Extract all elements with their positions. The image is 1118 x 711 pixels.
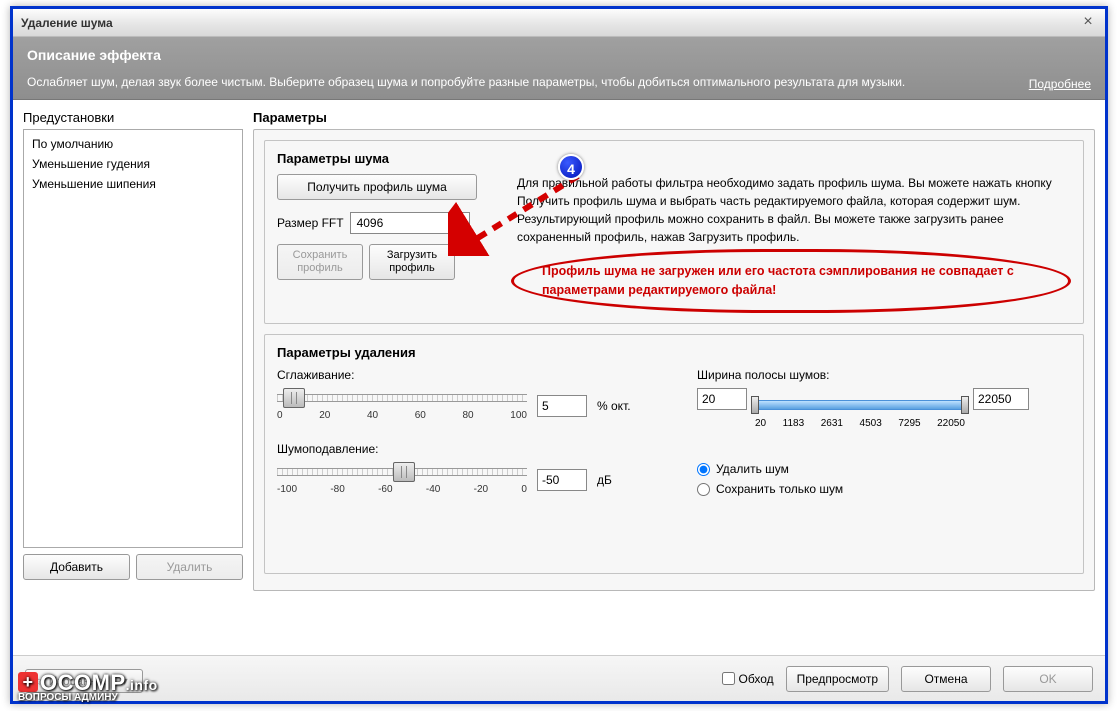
smoothing-input[interactable]	[537, 395, 587, 417]
range-handle-right[interactable]	[961, 396, 969, 414]
parameters-label: Параметры	[253, 110, 1095, 125]
slider-thumb[interactable]	[283, 388, 305, 408]
smoothing-unit: % окт.	[597, 399, 631, 413]
more-link[interactable]: Подробнее	[1029, 77, 1091, 91]
slider-thumb[interactable]	[393, 462, 415, 482]
presets-label: Предустановки	[23, 110, 243, 125]
fft-size-dropdown[interactable]: 4096	[350, 212, 470, 234]
band-high-input[interactable]	[973, 388, 1029, 410]
titlebar[interactable]: Удаление шума ×	[13, 9, 1105, 37]
noise-params-group: Параметры шума Получить профиль шума Раз…	[264, 140, 1084, 324]
parameters-box: Параметры шума Получить профиль шума Раз…	[253, 129, 1095, 591]
bypass-checkbox[interactable]	[722, 672, 735, 685]
save-profile-button: Сохранить профиль	[277, 244, 363, 280]
preset-item[interactable]: По умолчанию	[30, 134, 236, 154]
smoothing-slider[interactable]: 0 20 40 60 80 100	[277, 388, 527, 424]
smoothing-label: Сглаживание:	[277, 368, 657, 382]
close-icon[interactable]: ×	[1079, 14, 1097, 32]
parameters-column: Параметры Параметры шума Получить профил…	[253, 110, 1095, 580]
dialog-footer: ☆ Избранное ▾ Обход Предпросмотр Отмена …	[13, 655, 1105, 701]
add-preset-button[interactable]: Добавить	[23, 554, 130, 580]
ok-button[interactable]: OK	[1003, 666, 1093, 692]
preset-item[interactable]: Уменьшение гудения	[30, 154, 236, 174]
removal-params-title: Параметры удаления	[277, 345, 1071, 360]
window-title: Удаление шума	[21, 16, 1079, 30]
band-low-input[interactable]	[697, 388, 747, 410]
presets-list[interactable]: По умолчанию Уменьшение гудения Уменьшен…	[23, 129, 243, 548]
preset-item[interactable]: Уменьшение шипения	[30, 174, 236, 194]
plus-icon: +	[18, 672, 38, 692]
keep-noise-radio[interactable]	[697, 483, 710, 496]
reduction-unit: дБ	[597, 473, 612, 487]
description-heading: Описание эффекта	[27, 47, 1091, 63]
bypass-checkbox-row[interactable]: Обход	[722, 672, 774, 686]
removal-params-group: Параметры удаления Сглаживание:	[264, 334, 1084, 574]
profile-error-text: Профиль шума не загружен или его частота…	[511, 249, 1071, 313]
reduction-input[interactable]	[537, 469, 587, 491]
cancel-button[interactable]: Отмена	[901, 666, 991, 692]
noise-band-slider[interactable]: 20 1183 2631 4503 7295 22050	[755, 392, 965, 432]
get-noise-profile-button[interactable]: Получить профиль шума	[277, 174, 477, 200]
remove-noise-label: Удалить шум	[716, 462, 789, 476]
profile-error-callout: Профиль шума не загружен или его частота…	[511, 249, 1071, 313]
noise-removal-dialog: Удаление шума × Описание эффекта Ослабля…	[10, 6, 1108, 704]
fft-size-label: Размер FFT	[277, 216, 344, 230]
remove-preset-button: Удалить	[136, 554, 243, 580]
reduction-slider[interactable]: -100 -80 -60 -40 -20 0	[277, 462, 527, 498]
preview-button[interactable]: Предпросмотр	[786, 666, 889, 692]
annotation-badge-4: 4	[558, 154, 584, 180]
noise-params-title: Параметры шума	[277, 151, 1071, 166]
presets-column: Предустановки По умолчанию Уменьшение гу…	[23, 110, 243, 580]
description-body: Ослабляет шум, делая звук более чистым. …	[27, 73, 977, 91]
bypass-label: Обход	[739, 672, 774, 686]
watermark: +OCOMP.info ВОПРОСЫ АДМИНУ	[18, 670, 158, 703]
keep-noise-label: Сохранить только шум	[716, 482, 843, 496]
range-handle-left[interactable]	[751, 396, 759, 414]
remove-noise-radio[interactable]	[697, 463, 710, 476]
band-label: Ширина полосы шумов:	[697, 368, 1071, 382]
load-profile-button[interactable]: Загрузить профиль	[369, 244, 455, 280]
effect-description-panel: Описание эффекта Ослабляет шум, делая зв…	[13, 37, 1105, 100]
reduction-label: Шумоподавление:	[277, 442, 657, 456]
